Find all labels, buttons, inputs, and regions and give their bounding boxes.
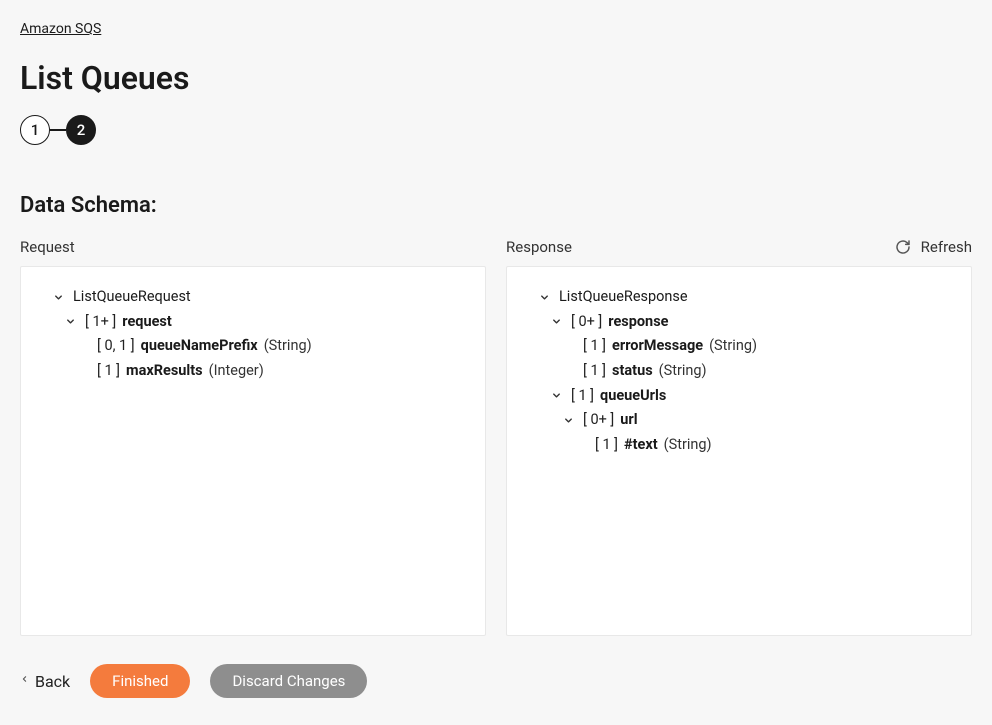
response-header: Response xyxy=(506,238,972,256)
cardinality: [ 1 ] xyxy=(583,359,606,384)
request-panel: ListQueueRequest [ 1+ ] request [ 0, 1 ]… xyxy=(20,266,486,636)
tree-node-max-results[interactable]: [ 1 ] maxResults (Integer) xyxy=(31,359,475,384)
field-name: maxResults xyxy=(126,359,203,384)
tree-node-queue-name-prefix[interactable]: [ 0, 1 ] queueNamePrefix (String) xyxy=(31,334,475,359)
step-2[interactable]: 2 xyxy=(66,115,96,145)
finished-button[interactable]: Finished xyxy=(90,664,190,698)
tree-label: ListQueueRequest xyxy=(73,285,191,310)
field-type: (String) xyxy=(659,359,707,384)
response-panel: ListQueueResponse [ 0+ ] response [ 1 ] … xyxy=(506,266,972,636)
chevron-down-icon[interactable] xyxy=(547,390,565,401)
step-1[interactable]: 1 xyxy=(20,115,50,145)
field-type: (String) xyxy=(709,334,757,359)
tree-node-error-message[interactable]: [ 1 ] errorMessage (String) xyxy=(517,334,961,359)
back-button[interactable]: Back xyxy=(20,672,70,691)
field-name: status xyxy=(612,359,653,384)
breadcrumb-link[interactable]: Amazon SQS xyxy=(20,21,101,37)
chevron-down-icon[interactable] xyxy=(547,316,565,327)
tree-label: ListQueueResponse xyxy=(559,285,688,310)
stepper: 1 2 xyxy=(20,115,972,145)
back-label: Back xyxy=(35,672,70,691)
field-type: (String) xyxy=(264,334,312,359)
discard-changes-button[interactable]: Discard Changes xyxy=(210,664,367,698)
chevron-down-icon[interactable] xyxy=(535,292,553,303)
tree-node-queue-urls[interactable]: [ 1 ] queueUrls xyxy=(517,384,961,409)
chevron-left-icon xyxy=(20,673,29,689)
page-title: List Queues xyxy=(20,59,972,97)
field-type: (Integer) xyxy=(209,359,264,384)
section-title: Data Schema: xyxy=(20,193,972,218)
tree-node-status[interactable]: [ 1 ] status (String) xyxy=(517,359,961,384)
field-name: url xyxy=(620,408,637,433)
request-header: Request xyxy=(20,238,486,256)
cardinality: [ 1+ ] xyxy=(85,310,116,335)
tree-node-root-response[interactable]: ListQueueResponse xyxy=(517,285,961,310)
tree-node-request[interactable]: [ 1+ ] request xyxy=(31,310,475,335)
chevron-down-icon[interactable] xyxy=(61,316,79,327)
cardinality: [ 0+ ] xyxy=(583,408,614,433)
chevron-down-icon[interactable] xyxy=(559,415,577,426)
tree-node-response[interactable]: [ 0+ ] response xyxy=(517,310,961,335)
field-name: #text xyxy=(624,433,658,458)
cardinality: [ 0, 1 ] xyxy=(97,334,135,359)
field-name: queueNamePrefix xyxy=(141,334,258,359)
field-name: response xyxy=(608,310,668,335)
cardinality: [ 0+ ] xyxy=(571,310,602,335)
cardinality: [ 1 ] xyxy=(97,359,120,384)
tree-node-text[interactable]: [ 1 ] #text (String) xyxy=(517,433,961,458)
chevron-down-icon[interactable] xyxy=(49,292,67,303)
field-name: errorMessage xyxy=(612,334,703,359)
field-name: queueUrls xyxy=(600,384,666,409)
cardinality: [ 1 ] xyxy=(571,384,594,409)
tree-node-root-request[interactable]: ListQueueRequest xyxy=(31,285,475,310)
cardinality: [ 1 ] xyxy=(583,334,606,359)
cardinality: [ 1 ] xyxy=(595,433,618,458)
tree-node-url[interactable]: [ 0+ ] url xyxy=(517,408,961,433)
field-type: (String) xyxy=(664,433,712,458)
field-name: request xyxy=(122,310,172,335)
step-connector xyxy=(50,129,66,131)
